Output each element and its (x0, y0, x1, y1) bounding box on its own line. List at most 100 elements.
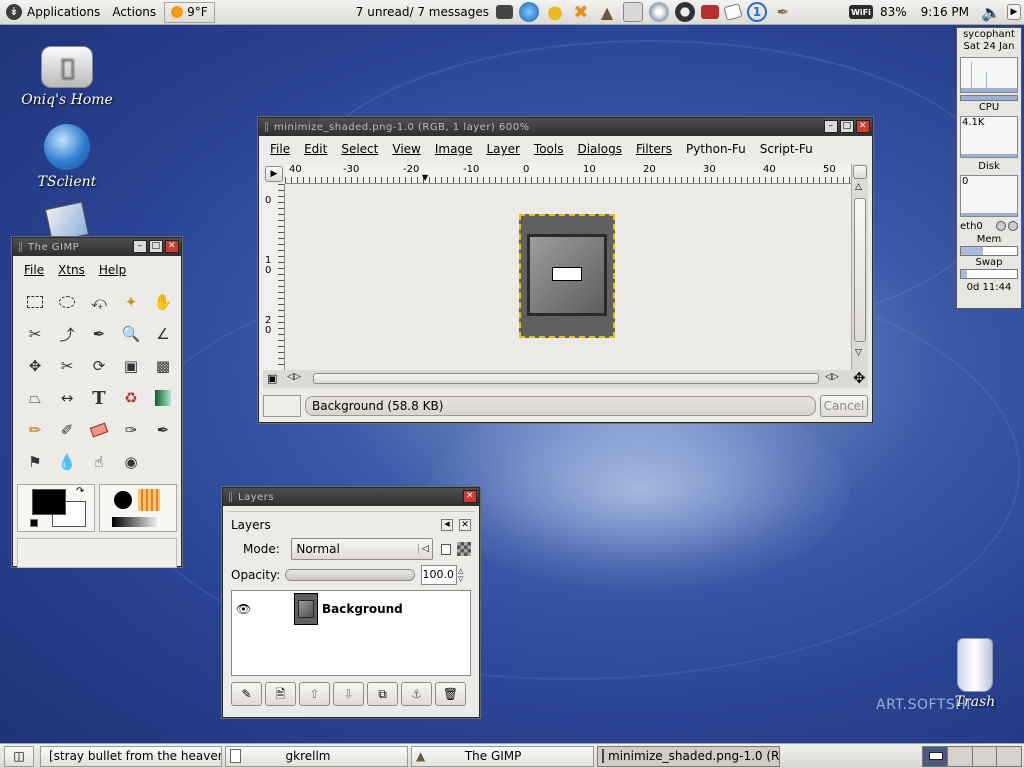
workspace-4[interactable] (997, 746, 1021, 766)
raise-layer-icon[interactable]: ⇧ (299, 682, 330, 706)
menu-image[interactable]: Image (428, 142, 480, 156)
quick-mask-toggle-icon[interactable]: ▶ (265, 166, 283, 182)
menu-xtns[interactable]: Xtns (51, 263, 92, 277)
preserve-transparency-checkbox[interactable] (440, 543, 452, 555)
scroll-left-icon[interactable]: ◁▷ (287, 372, 301, 382)
mail-status[interactable]: 7 unread/ 7 messages (350, 0, 493, 25)
workspace-2[interactable] (947, 746, 973, 766)
horizontal-ruler[interactable]: 40 -30 -20 -10 0 10 20 30 40 50 ▼ (285, 164, 851, 184)
navigate-corner-icon[interactable] (853, 165, 867, 179)
book-icon[interactable] (700, 5, 719, 19)
scroll-up-icon[interactable]: △ (855, 182, 862, 192)
pattern-preview-icon[interactable] (138, 489, 160, 511)
battery-percent[interactable]: 83% (880, 5, 907, 19)
notepad-icon[interactable] (723, 3, 743, 21)
anchor-layer-icon[interactable]: ⚓ (401, 682, 432, 706)
layer-name[interactable]: Background (322, 602, 403, 616)
menu-tools[interactable]: Tools (527, 142, 571, 156)
menu-dialogs[interactable]: Dialogs (570, 142, 628, 156)
vertical-ruler[interactable]: 0 1 0 2 0 (263, 184, 285, 370)
swap-colors-icon[interactable]: ↷ (76, 486, 84, 497)
weather-applet[interactable]: 9°F (164, 1, 215, 23)
gradient-icon[interactable] (152, 387, 174, 409)
perspective-icon[interactable]: ⏢ (24, 387, 46, 409)
pen-tool-icon[interactable]: ✒ (773, 2, 793, 22)
shear-icon[interactable]: ▩ (152, 355, 174, 377)
task-gkrellm[interactable]: gkrellm (225, 745, 408, 767)
menu-layer[interactable]: Layer (479, 142, 526, 156)
rect-select-icon[interactable] (24, 291, 46, 313)
brush-pattern-gradient[interactable] (99, 484, 177, 532)
clock[interactable]: 9:16 PM (921, 5, 969, 19)
close-button[interactable]: ✕ (856, 120, 870, 133)
spin-arrows-icon[interactable]: △ ▽ (458, 567, 463, 583)
smudge-icon[interactable]: ☝ (88, 451, 110, 473)
crop-icon[interactable]: ✂ (56, 355, 78, 377)
vertical-scrollbar[interactable]: △ ▽ (851, 164, 868, 370)
volume-icon[interactable]: 🔈 (981, 2, 1001, 22)
menu-edit[interactable]: Edit (297, 142, 334, 156)
paths-icon[interactable]: ⤴ (56, 323, 78, 345)
scroll-down-icon[interactable]: ▽ (855, 348, 862, 358)
opacity-spinbox[interactable]: 100.0 (421, 565, 457, 585)
workspace-one-icon[interactable]: 1 (746, 2, 767, 22)
mode-select[interactable]: Normal ◁ (291, 538, 433, 560)
lasso-icon[interactable]: ⤽ (88, 291, 110, 313)
foreground-color[interactable] (32, 489, 66, 515)
gimp-launcher-icon[interactable]: ▲ (597, 2, 617, 22)
fg-bg-colors[interactable]: ↷ (17, 484, 95, 532)
close-tab-icon[interactable]: ✕ (459, 519, 471, 531)
ink-icon[interactable]: ✒ (152, 419, 174, 441)
menu-script-fu[interactable]: Script-Fu (753, 142, 820, 156)
scroll-thumb[interactable] (854, 198, 866, 342)
measure-icon[interactable]: ∠ (152, 323, 174, 345)
film-reel-icon[interactable] (674, 2, 695, 22)
zoom-icon[interactable]: 🔍 (120, 323, 142, 345)
eraser-icon[interactable] (88, 419, 110, 441)
rotate-icon[interactable]: ⟳ (88, 355, 110, 377)
h-scroll-thumb[interactable] (313, 373, 819, 384)
desktop-icon-tsclient[interactable]: TSclient (17, 124, 117, 190)
cancel-button[interactable]: Cancel (820, 395, 868, 417)
menu-help[interactable]: Help (92, 263, 133, 277)
monitor-icon[interactable] (495, 5, 513, 19)
color-select-icon[interactable]: ✋ (152, 291, 174, 313)
menu-file[interactable]: File (17, 263, 51, 277)
lower-layer-icon[interactable]: ⇩ (333, 682, 364, 706)
gimp-toolbox-titlebar[interactable]: The GIMP – □ ✕ (13, 238, 181, 256)
gkrellm-monitor[interactable]: sycophant Sat 24 Jan CPU 4.1K Disk 0 eth… (956, 27, 1022, 309)
airbrush-icon[interactable]: ✑ (120, 419, 142, 441)
maximize-button[interactable]: □ (149, 240, 163, 253)
opacity-slider[interactable] (285, 569, 415, 581)
default-colors-icon[interactable] (30, 519, 38, 527)
paintbrush-icon[interactable]: ✐ (56, 419, 78, 441)
layer-row[interactable]: 👁 Background (232, 591, 470, 627)
gradient-preview-icon[interactable] (112, 517, 160, 527)
menu-select[interactable]: Select (334, 142, 385, 156)
user-icon[interactable]: ● (545, 2, 565, 23)
image-window-titlebar[interactable]: minimize_shaded.png-1.0 (RGB, 1 layer) 6… (259, 118, 872, 136)
menu-file[interactable]: File (263, 142, 297, 156)
flip-icon[interactable]: ↔ (56, 387, 78, 409)
ellipse-select-icon[interactable] (56, 291, 78, 313)
bucket-fill-icon[interactable]: ♻ (120, 387, 142, 409)
menu-view[interactable]: View (385, 142, 427, 156)
horizontal-scrollbar[interactable]: ▣ ◁▷ ◁▷ ✥ (263, 369, 868, 388)
duplicate-layer-icon[interactable]: ⧉ (367, 682, 398, 706)
navigate-icon[interactable]: ✥ (853, 369, 866, 387)
clone-icon[interactable]: ⚑ (24, 451, 46, 473)
close-button[interactable]: ✕ (463, 490, 477, 503)
applications-menu[interactable]: ↡ Applications (0, 0, 106, 25)
printer-icon[interactable] (622, 2, 643, 22)
scale-icon[interactable]: ▣ (120, 355, 142, 377)
color-picker-icon[interactable]: ✒ (88, 323, 110, 345)
edit-layer-attributes-icon[interactable]: ✎ (231, 682, 262, 706)
minimize-button[interactable]: – (133, 240, 147, 253)
dodge-burn-icon[interactable]: ◉ (120, 451, 142, 473)
menu-filters[interactable]: Filters (629, 142, 679, 156)
eye-visibility-icon[interactable]: 👁 (236, 602, 254, 616)
image-canvas[interactable] (285, 184, 851, 370)
text-icon[interactable]: T (88, 387, 110, 409)
zoom-to-fit-icon[interactable]: ▣ (267, 372, 277, 385)
new-layer-icon[interactable]: 🗎 (265, 682, 296, 706)
